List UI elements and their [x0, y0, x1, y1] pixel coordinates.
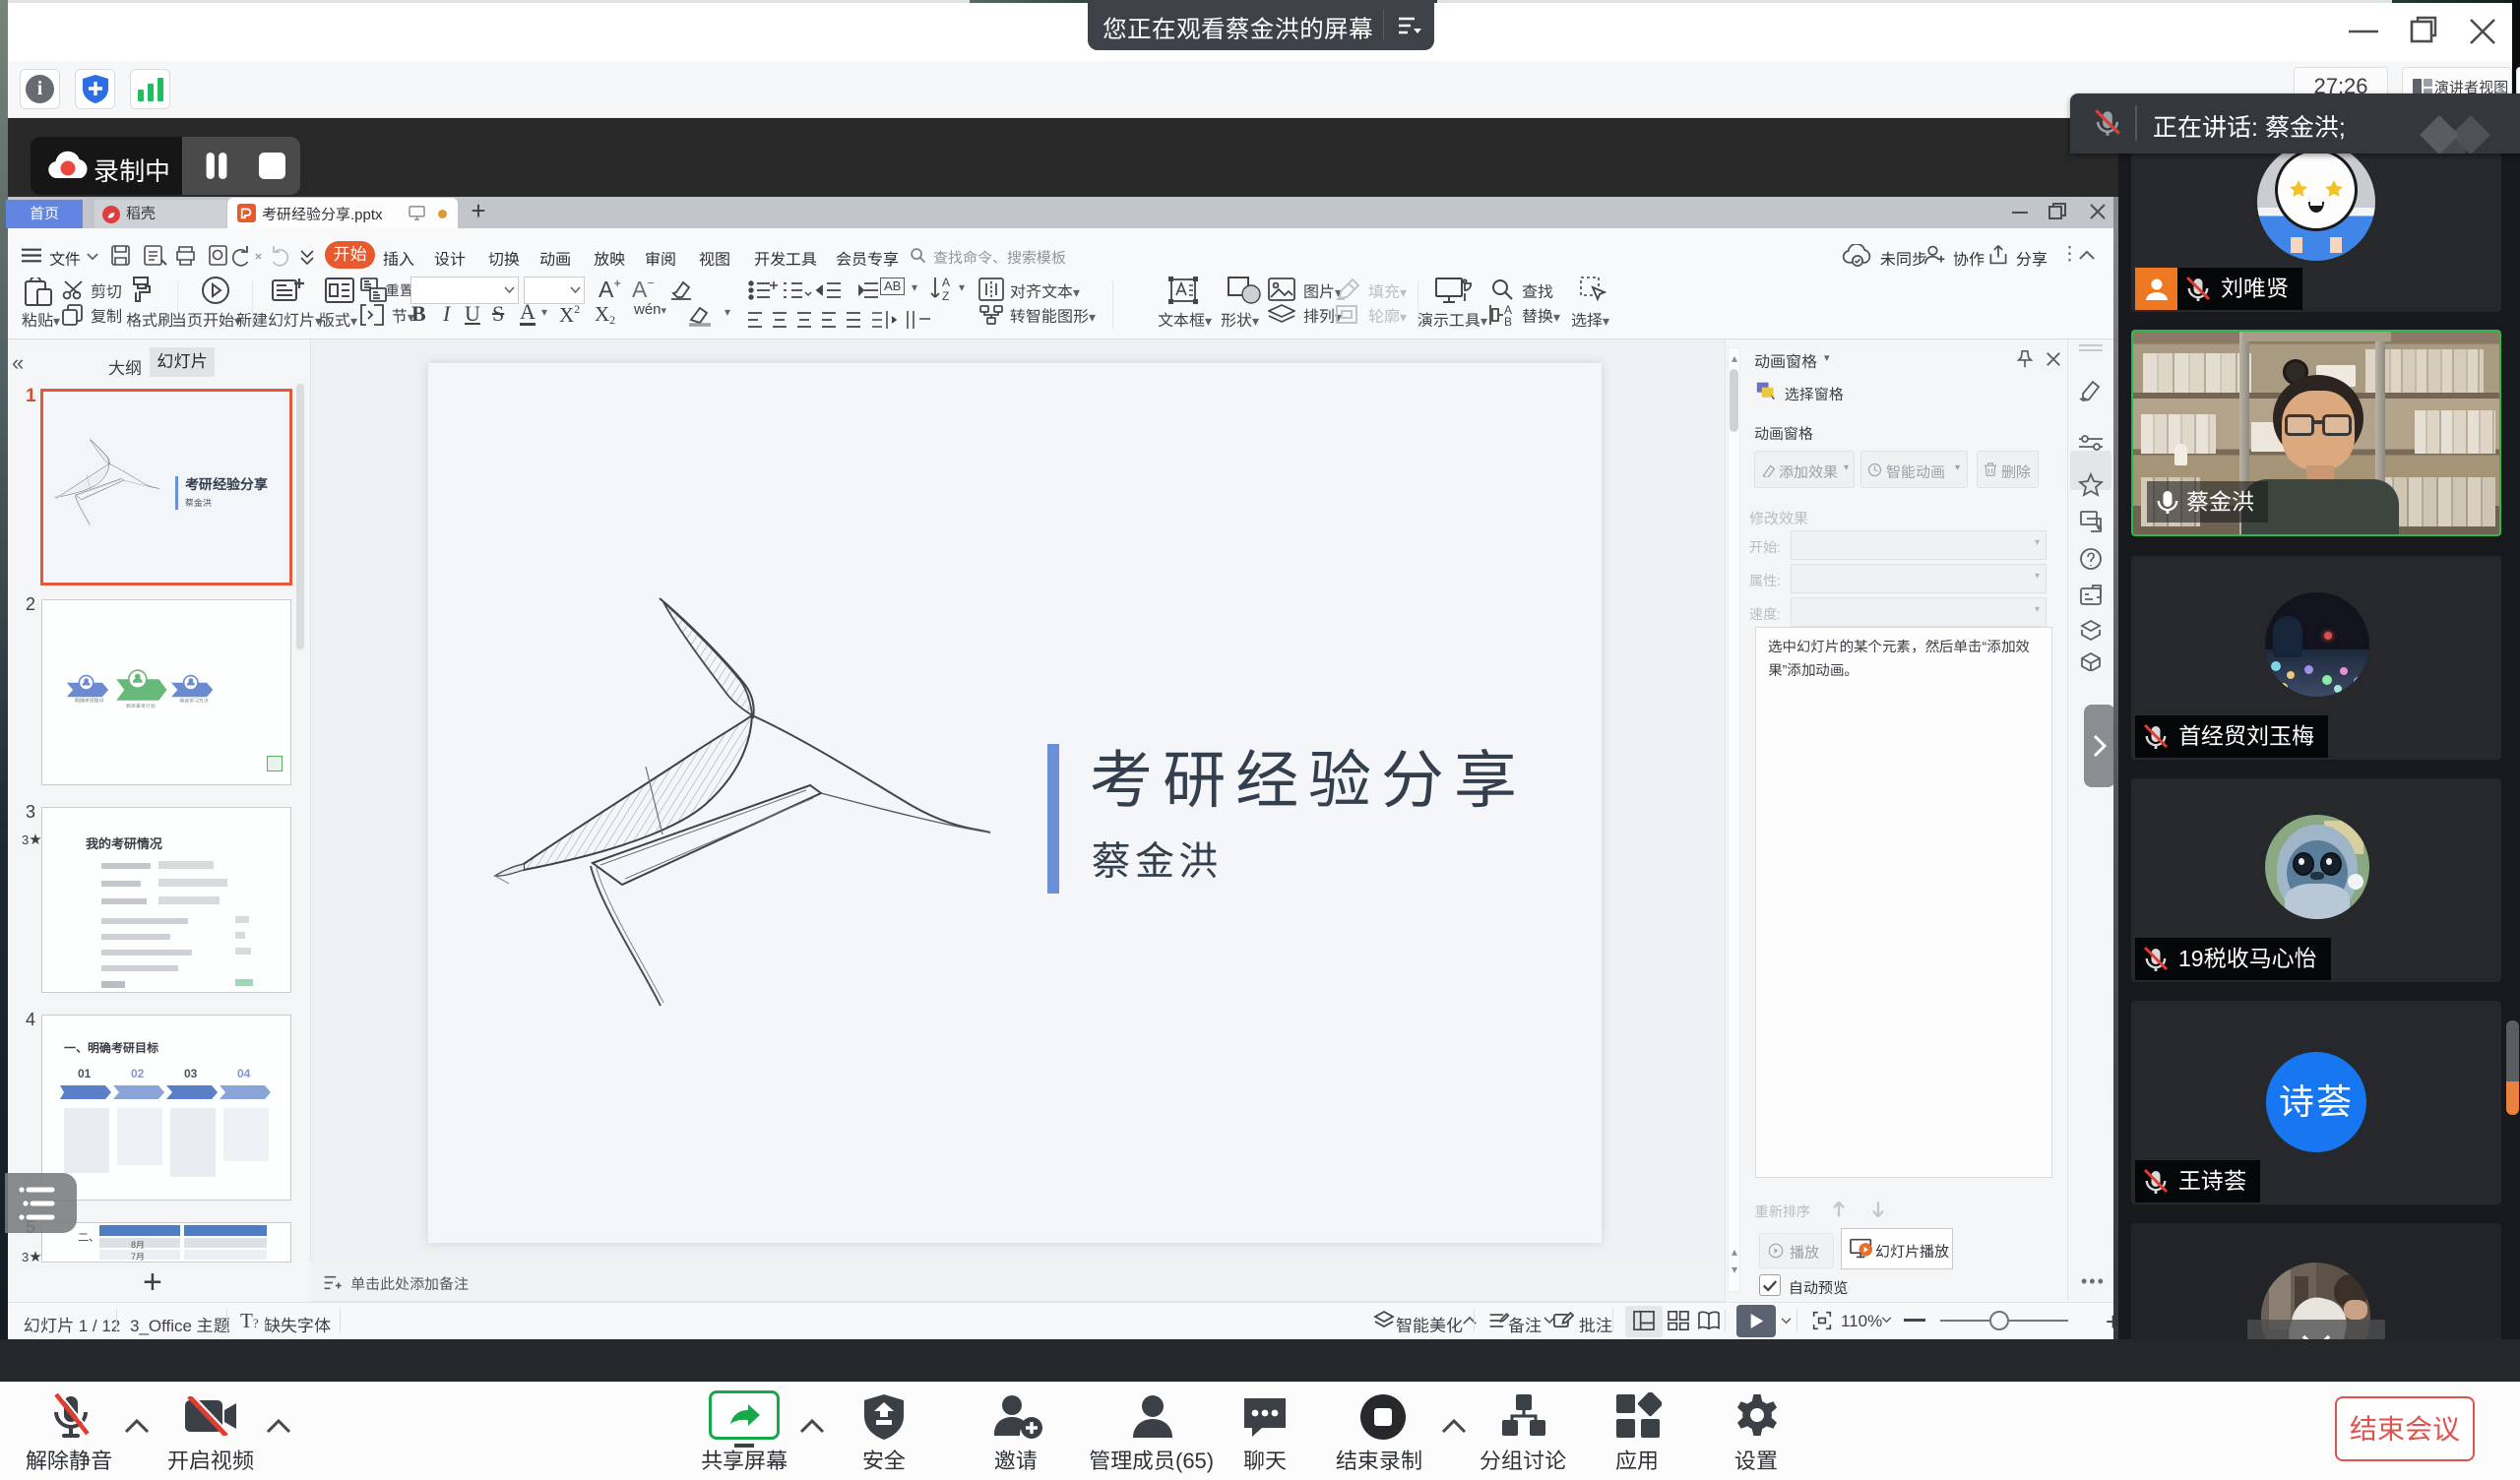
svg-text:制定备考计划: 制定备考计划 — [126, 703, 156, 709]
svg-text:Z: Z — [942, 289, 949, 301]
svg-text:B: B — [1504, 315, 1512, 327]
svg-text:A: A — [942, 276, 950, 289]
svg-text:明确考研路径: 明确考研路径 — [75, 698, 105, 705]
svg-text:慎选学习方法: 慎选学习方法 — [179, 698, 209, 705]
